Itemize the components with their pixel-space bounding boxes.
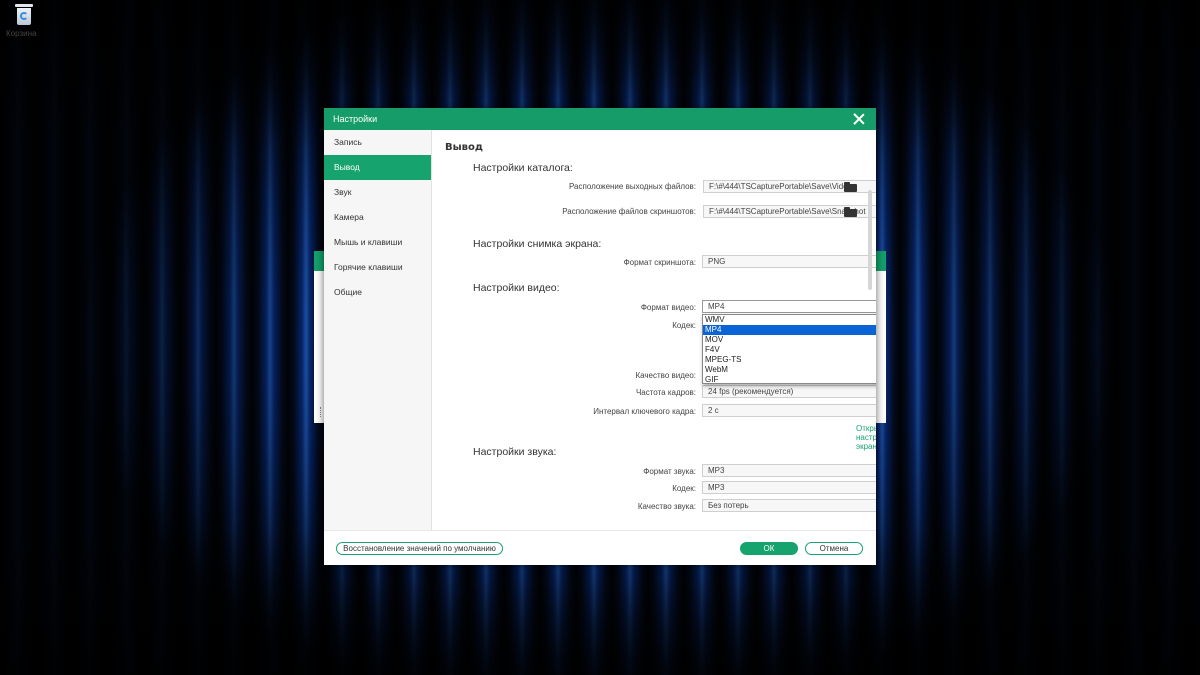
settings-dialog: Настройки Запись Вывод Звук Камера Мышь … [324,108,876,565]
settings-sidebar: Запись Вывод Звук Камера Мышь и клавиши … [324,130,432,530]
audio-codec-select[interactable]: MP3 [702,481,876,494]
format-option-f4v[interactable]: F4V [703,345,876,355]
close-icon[interactable] [852,112,866,126]
open-screen-settings-link[interactable]: Открыть настройки экрана [856,424,876,451]
screenshot-format-label: Формат скриншота: [623,258,696,267]
audio-quality-value: Без потерь [708,501,749,510]
open-screenshot-folder-icon[interactable] [844,207,857,217]
video-heading: Настройки видео: [473,282,560,294]
sidebar-item-camera[interactable]: Камера [324,205,431,230]
audio-codec-label: Кодек: [672,484,696,493]
framerate-value: 24 fps (рекомендуется) [708,387,794,396]
dialog-title: Настройки [333,114,378,124]
settings-content: Вывод Настройки каталога: Расположение в… [432,130,876,530]
audio-format-select[interactable]: MP3 [702,464,876,477]
framerate-label: Частота кадров: [635,388,696,397]
dialog-footer: Восстановление значений по умолчанию ОК … [324,530,876,566]
screenshot-format-value: PNG [708,257,726,266]
format-option-gif[interactable]: GIF [703,375,876,385]
video-format-label: Формат видео: [640,303,696,312]
sidebar-item-output[interactable]: Вывод [324,155,431,180]
video-quality-label: Качество видео: [635,371,696,380]
output-path-label: Расположение выходных файлов: [568,182,696,191]
cancel-button[interactable]: Отмена [805,542,863,555]
keyframe-label: Интервал ключевого кадра: [593,407,696,416]
audio-quality-label: Качество звука: [637,502,696,511]
dialog-titlebar: Настройки [324,108,876,130]
sidebar-item-sound[interactable]: Звук [324,180,431,205]
content-scrollbar[interactable] [868,190,872,290]
video-format-dropdown: WMV MP4 MOV F4V MPEG-TS WebM GIF [702,314,876,384]
ok-button[interactable]: ОК [740,542,798,555]
section-title: Вывод [445,142,483,153]
audio-format-value: MP3 [708,466,725,475]
open-output-folder-icon[interactable] [844,182,857,192]
sidebar-item-recording[interactable]: Запись [324,130,431,155]
recycle-bin-shortcut[interactable]: Корзина [6,4,42,38]
recycle-bin-label: Корзина [6,29,37,38]
audio-quality-select[interactable]: Без потерь [702,499,876,512]
format-option-mpeg-ts[interactable]: MPEG-TS [703,355,876,365]
audio-heading: Настройки звука: [473,446,557,458]
sidebar-item-general[interactable]: Общие [324,280,431,305]
recycle-bin-icon [14,4,34,26]
keyframe-value: 2 с [708,406,719,415]
restore-defaults-button[interactable]: Восстановление значений по умолчанию [336,542,503,555]
audio-codec-value: MP3 [708,483,725,492]
screenshot-heading: Настройки снимка экрана: [473,238,602,250]
sidebar-item-hotkeys[interactable]: Горячие клавиши [324,255,431,280]
format-option-webm[interactable]: WebM [703,365,876,375]
screenshot-format-select[interactable]: PNG [702,255,876,268]
video-format-value: MP4 [708,302,725,311]
sidebar-item-mouse-keys[interactable]: Мышь и клавиши [324,230,431,255]
audio-format-label: Формат звука: [643,467,696,476]
catalog-heading: Настройки каталога: [473,162,573,174]
format-option-mp4[interactable]: MP4 [703,325,876,335]
video-format-select[interactable]: MP4 [702,300,876,313]
keyframe-select[interactable]: 2 с [702,404,876,417]
screenshot-path-label: Расположение файлов скриншотов: [562,207,696,216]
format-option-wmv[interactable]: WMV [703,315,876,325]
video-codec-label: Кодек: [672,321,696,330]
format-option-mov[interactable]: MOV [703,335,876,345]
framerate-select[interactable]: 24 fps (рекомендуется) [702,385,876,398]
